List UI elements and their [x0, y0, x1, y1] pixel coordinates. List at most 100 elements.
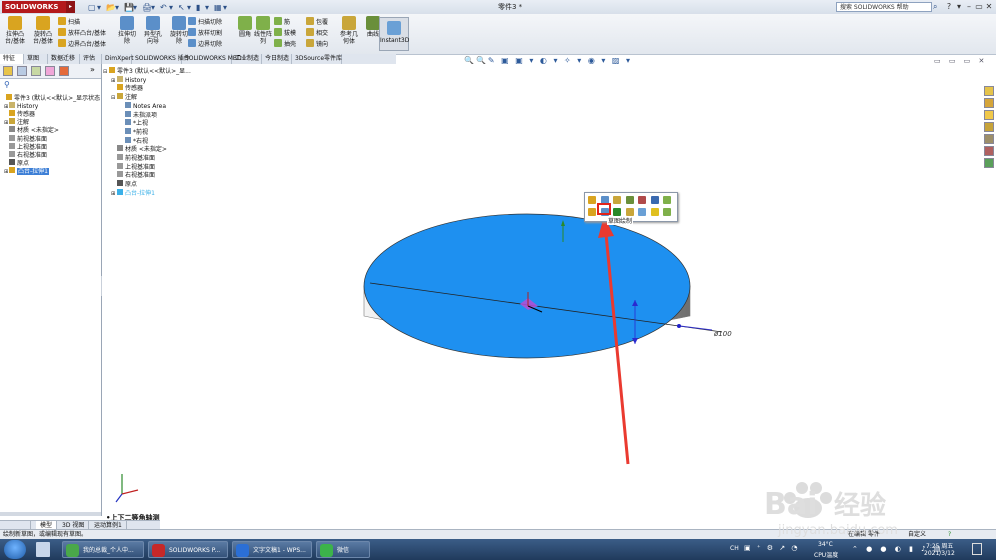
window-control-button[interactable]: ? — [944, 1, 954, 12]
small-tool-button[interactable]: 筋 — [274, 17, 290, 27]
tree-item[interactable]: 零件3 (默认<<默认>_显示状态 — [1, 94, 100, 102]
small-tool-button[interactable]: 镜向 — [306, 39, 328, 49]
tree-item[interactable]: ⊞ History — [4, 102, 38, 110]
taskbar-task[interactable]: 我的总裁_个人中... — [62, 541, 144, 558]
taskbar-task[interactable]: 文字文稿1 - WPS... — [232, 541, 312, 558]
tab-9[interactable]: 3DSource零件库 — [292, 54, 342, 64]
tool-button[interactable]: 参考几 何体 — [336, 16, 362, 52]
tab-2[interactable]: 数据迁移 — [48, 54, 80, 64]
context-tool-icon[interactable] — [650, 208, 659, 216]
context-tool-icon[interactable] — [588, 208, 596, 216]
quick-access-icon[interactable]: ▾ — [115, 3, 119, 13]
configuration-manager-icon[interactable] — [31, 66, 41, 76]
window-control-button[interactable]: – — [964, 1, 974, 12]
tree-item[interactable]: 上视基准面 — [4, 142, 47, 151]
solidworks-logo[interactable]: SOLIDWORKS — [2, 1, 66, 13]
context-tool-icon[interactable] — [588, 196, 596, 204]
tree-item[interactable]: 前视基准面 — [4, 134, 47, 143]
file-explorer-icon[interactable] — [36, 542, 50, 557]
search-icon[interactable]: ⌕ — [933, 1, 937, 13]
tray-icons[interactable]: ▣ ⁺ ⚙ ↗ ◔ — [744, 544, 799, 552]
small-tool-button[interactable]: 放样切割 — [188, 28, 222, 38]
tab-4[interactable]: DimXpert — [102, 54, 134, 64]
feature-manager-icon[interactable] — [3, 66, 13, 76]
quick-access-icon[interactable]: ▾ — [205, 3, 209, 13]
context-tool-icon[interactable] — [638, 208, 646, 216]
forum-icon[interactable] — [984, 158, 994, 168]
resources-icon[interactable] — [984, 86, 994, 96]
tab-6[interactable]: SOLIDWORKS MBD — [182, 54, 242, 64]
tab-0[interactable]: 特征 — [0, 54, 24, 64]
tree-item[interactable]: 右视基准面 — [4, 150, 47, 159]
tree-item[interactable]: 原点 — [4, 158, 29, 167]
context-tool-icon[interactable] — [625, 208, 634, 216]
view-palette-icon[interactable] — [984, 122, 994, 132]
small-tool-button[interactable]: 扫描切除 — [188, 17, 222, 27]
tool-button[interactable]: 拉伸切除 — [114, 16, 140, 52]
diameter-label[interactable]: ø100 — [713, 330, 732, 338]
horizontal-scrollbar[interactable] — [0, 512, 101, 516]
graphics-area[interactable]: ⊟ 零件3 (默认<<默认>_显... ⊞ History 传感器 ⊟ 注解 Notes Ar… — [102, 64, 982, 522]
clock-date[interactable]: 2021/3/12 — [924, 550, 955, 557]
taskbar-task[interactable]: SOLIDWORKS P... — [148, 541, 228, 558]
tool-button[interactable]: 拉伸凸 台/基体 — [2, 16, 28, 52]
instant3d-button[interactable]: Instant3D — [379, 17, 409, 51]
filter-icon[interactable]: ⚲ — [4, 80, 10, 89]
context-tool-icon[interactable] — [663, 196, 671, 204]
quick-access-icon[interactable]: ▮ — [196, 3, 200, 13]
disk-top-face[interactable] — [363, 213, 691, 359]
tab-7[interactable]: 工业制造 — [232, 54, 262, 64]
notification-icon[interactable] — [972, 543, 982, 555]
menu-arrow-icon[interactable]: ▸ — [66, 1, 75, 13]
window-control-button[interactable]: ▭ — [974, 1, 984, 12]
small-tool-button[interactable]: 边界切除 — [188, 39, 222, 49]
tool-button[interactable]: 线性阵列 — [250, 16, 276, 52]
small-tool-button[interactable]: 边界凸台/基体 — [58, 39, 106, 49]
context-tool-icon[interactable] — [613, 196, 621, 204]
appearances-icon[interactable] — [984, 134, 994, 144]
tab-3[interactable]: 评估 — [80, 54, 102, 64]
context-tool-icon[interactable] — [663, 208, 671, 216]
quick-access-icon[interactable]: ↖ — [178, 3, 185, 13]
quick-access-icon[interactable]: ▦ — [214, 3, 222, 13]
small-tool-button[interactable]: 抽壳 — [274, 39, 296, 49]
tool-button[interactable]: 异型孔 向导 — [140, 16, 166, 52]
chevron-right-icon[interactable]: » — [90, 65, 95, 74]
ime-indicator[interactable]: CH — [730, 545, 739, 552]
taskbar-task[interactable]: 微信 — [316, 541, 370, 558]
file-explorer-icon[interactable] — [984, 110, 994, 120]
tree-item[interactable]: 材质 <未指定> — [4, 126, 59, 134]
context-tool-icon[interactable] — [625, 196, 634, 204]
context-tool-icon[interactable] — [638, 196, 646, 204]
tab-8[interactable]: 今日制造 — [262, 54, 292, 64]
quick-access-icon[interactable]: ▾ — [97, 3, 101, 13]
quick-access-icon[interactable]: ▢ — [88, 3, 96, 13]
clock-time[interactable]: 7:25 周五 — [926, 541, 953, 550]
context-tool-icon[interactable] — [650, 196, 659, 204]
tree-item[interactable]: ⊞ 注解 — [4, 118, 29, 126]
sketch-button-highlight[interactable] — [597, 203, 611, 215]
context-tool-icon[interactable] — [613, 208, 621, 216]
small-tool-button[interactable]: 相交 — [306, 28, 328, 38]
window-control-button[interactable]: ▾ — [954, 1, 964, 12]
small-tool-button[interactable]: 放样凸台/基体 — [58, 28, 106, 38]
design-library-icon[interactable] — [984, 98, 994, 108]
quick-access-icon[interactable]: ▾ — [151, 3, 155, 13]
property-manager-icon[interactable] — [17, 66, 27, 76]
tree-item[interactable]: 传感器 — [4, 110, 35, 118]
window-control-button[interactable]: ✕ — [984, 1, 994, 12]
quick-access-icon[interactable]: ▾ — [169, 3, 173, 13]
small-tool-button[interactable]: 扫描 — [58, 17, 80, 27]
tool-button[interactable]: 旋转凸 台/基体 — [30, 16, 56, 52]
help-search-input[interactable]: 搜索 SOLIDWORKS 帮助 — [836, 2, 932, 12]
small-tool-button[interactable]: 包覆 — [306, 17, 328, 27]
display-manager-icon[interactable] — [59, 66, 69, 76]
tab-1[interactable]: 草图 — [24, 54, 48, 64]
quick-access-icon[interactable]: ▾ — [187, 3, 191, 13]
tab-5[interactable]: SOLIDWORKS 插件 — [132, 54, 190, 64]
quick-access-icon[interactable]: ▾ — [223, 3, 227, 13]
start-button[interactable] — [4, 540, 26, 559]
tree-item[interactable]: ⊞ 凸台-拉伸1 — [4, 166, 49, 175]
small-tool-button[interactable]: 拔模 — [274, 28, 296, 38]
custom-properties-icon[interactable] — [984, 146, 994, 156]
